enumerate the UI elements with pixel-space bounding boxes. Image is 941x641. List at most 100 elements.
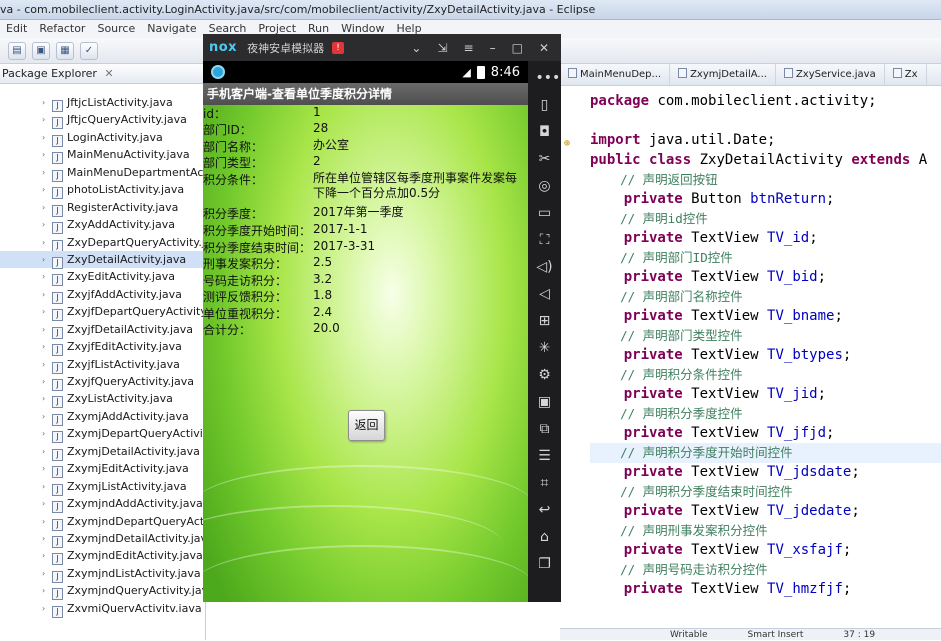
file-tree-item[interactable]: › J ZxymjDepartQueryActivity.: [0, 425, 205, 444]
file-tree-item[interactable]: › J ZxymjndAddActivity.java: [0, 495, 205, 514]
expand-icon[interactable]: ›: [42, 286, 45, 303]
menu-icon[interactable]: ≡: [464, 41, 474, 55]
save-all-icon[interactable]: ▦: [56, 41, 74, 60]
file-tree-item[interactable]: › J ZxymjndListActivity.java: [0, 565, 205, 583]
minimize-icon[interactable]: –: [490, 41, 496, 55]
editor-tab[interactable]: ZxymjDetailA...: [670, 64, 776, 85]
more-icon[interactable]: •••: [536, 69, 561, 88]
nox-alert-badge[interactable]: !: [332, 41, 345, 54]
menu-source[interactable]: Source: [97, 20, 135, 38]
expand-icon[interactable]: ›: [42, 478, 45, 495]
expand-icon[interactable]: ›: [42, 373, 45, 390]
keyboard-icon[interactable]: ▭: [536, 204, 554, 223]
expand-icon[interactable]: ›: [42, 303, 45, 320]
file-tree-item[interactable]: › J ZxyDepartQueryActivity.ja: [0, 234, 205, 252]
file-tree-item[interactable]: › J ZxyjfAddActivity.java: [0, 286, 205, 304]
expand-icon[interactable]: ›: [42, 199, 45, 216]
sync-icon[interactable]: ⌗: [536, 474, 554, 493]
file-tree-item[interactable]: › J ZxyjfDepartQueryActivity.ja: [0, 303, 205, 322]
check-icon[interactable]: ✓: [80, 41, 98, 60]
save-icon[interactable]: ▣: [32, 41, 50, 60]
record-icon[interactable]: ▣: [536, 393, 554, 412]
editor-tab[interactable]: ZxyService.java: [776, 64, 885, 85]
menu-edit[interactable]: Edit: [6, 20, 27, 38]
file-tree-item[interactable]: › J MainMenuActivity.java: [0, 146, 205, 165]
expand-icon[interactable]: ›: [42, 251, 45, 268]
apk-install-icon[interactable]: ⊞: [536, 312, 554, 331]
file-tree-item[interactable]: › J LoginActivity.java: [0, 129, 205, 147]
file-tree-item[interactable]: › J ZxyAddActivity.java: [0, 216, 205, 235]
volume-up-icon[interactable]: ◁): [536, 258, 554, 277]
file-tree-item[interactable]: › J JftjcQueryActivity.java: [0, 111, 205, 130]
file-tree-item[interactable]: › J ZxyjfQueryActivity.java: [0, 373, 205, 391]
expand-icon[interactable]: ›: [42, 582, 45, 599]
expand-icon[interactable]: ›: [42, 530, 45, 547]
expand-icon[interactable]: ›: [42, 216, 45, 233]
expand-icon[interactable]: ›: [42, 460, 45, 477]
file-tree-item[interactable]: › J ZxvmiQuervActivitv.iava: [0, 600, 205, 618]
menu-refactor[interactable]: Refactor: [39, 20, 85, 38]
package-explorer-tab[interactable]: Package Explorer ✕: [0, 64, 205, 84]
location-icon[interactable]: ◎: [536, 177, 554, 196]
file-tree-item[interactable]: › J ZxyDetailActivity.java: [0, 250, 205, 269]
expand-icon[interactable]: ›: [42, 443, 45, 460]
file-tree-item[interactable]: › J ZxymjDetailActivity.java: [0, 443, 205, 461]
expand-icon[interactable]: ›: [42, 390, 45, 407]
expand-icon[interactable]: ›: [42, 146, 45, 163]
expand-icon[interactable]: ›: [42, 425, 45, 442]
file-tree-item[interactable]: › J MainMenuDepartmentActi: [0, 164, 205, 182]
file-tree-item[interactable]: › J ZxyjfEditActivity.java: [0, 338, 205, 357]
file-tree-item[interactable]: › J ZxymjListActivity.java: [0, 478, 205, 496]
menu-lines-icon[interactable]: ☰: [536, 447, 554, 466]
expand-icon[interactable]: ›: [42, 234, 45, 251]
expand-icon[interactable]: ›: [42, 129, 45, 146]
fullscreen-icon[interactable]: ⛶: [536, 231, 554, 250]
expand-icon[interactable]: ›: [42, 94, 45, 111]
shake-icon[interactable]: ✳: [536, 339, 554, 358]
import-fold-icon[interactable]: ⊕: [564, 138, 570, 149]
close-icon[interactable]: ✕: [539, 41, 549, 55]
expand-icon[interactable]: ›: [42, 565, 45, 582]
scissors-icon[interactable]: ✂: [536, 150, 554, 169]
chevron-down-icon[interactable]: ⌄: [411, 41, 421, 55]
multi-instance-icon[interactable]: ⧉: [536, 420, 554, 439]
file-tree-item[interactable]: › J ZxyListActivity.java: [0, 390, 205, 409]
expand-icon[interactable]: ›: [42, 321, 45, 338]
file-tree-item[interactable]: › J ZxyjfListActivity.java: [0, 356, 205, 374]
file-tree-item[interactable]: › J ZxymjndEditActivity.java: [0, 547, 205, 566]
editor-tab[interactable]: MainMenuDep...: [560, 64, 671, 85]
home-icon[interactable]: ⌂: [536, 528, 554, 547]
expand-icon[interactable]: ›: [42, 513, 45, 530]
file-tree-item[interactable]: › J ZxymjEditActivity.java: [0, 460, 205, 479]
expand-icon[interactable]: ›: [42, 181, 45, 198]
recent-apps-icon[interactable]: ❐: [536, 555, 554, 574]
code-area[interactable]: ⊕ package com.mobileclient.activity; impo…: [560, 86, 941, 599]
robot-icon[interactable]: ◘: [536, 123, 554, 142]
file-tree-item[interactable]: › J JftjcListActivity.java: [0, 94, 205, 112]
file-tree-item[interactable]: › J ZxyjfDetailActivity.java: [0, 321, 205, 339]
expand-icon[interactable]: ›: [42, 547, 45, 564]
editor-tab[interactable]: Zx: [885, 64, 927, 85]
close-icon[interactable]: ✕: [104, 67, 113, 80]
expand-icon[interactable]: ›: [42, 495, 45, 512]
maximize-icon[interactable]: □: [512, 41, 523, 55]
expand-icon[interactable]: ›: [42, 600, 45, 617]
expand-icon[interactable]: ›: [42, 268, 45, 285]
expand-icon[interactable]: ›: [42, 164, 45, 181]
phone-icon[interactable]: ▯: [536, 96, 554, 115]
file-tree-item[interactable]: › J ZxymjndQueryActivity.java: [0, 582, 205, 601]
menu-navigate[interactable]: Navigate: [147, 20, 196, 38]
nox-title-bar[interactable]: nox 夜神安卓模拟器 ! ⌄ ⇲ ≡ – □ ✕: [203, 34, 561, 61]
back-button[interactable]: 返回: [348, 410, 385, 441]
volume-down-icon[interactable]: ◁: [536, 285, 554, 304]
expand-icon[interactable]: ›: [42, 338, 45, 355]
macro-icon[interactable]: ⚙: [536, 366, 554, 385]
pin-icon[interactable]: ⇲: [437, 41, 447, 55]
expand-icon[interactable]: ›: [42, 111, 45, 128]
file-tree-item[interactable]: › J ZxyEditActivity.java: [0, 268, 205, 287]
new-icon[interactable]: ▤: [8, 41, 26, 60]
expand-icon[interactable]: ›: [42, 356, 45, 373]
back-icon[interactable]: ↩: [536, 501, 554, 520]
expand-icon[interactable]: ›: [42, 408, 45, 425]
file-tree-item[interactable]: › J RegisterActivity.java: [0, 199, 205, 217]
